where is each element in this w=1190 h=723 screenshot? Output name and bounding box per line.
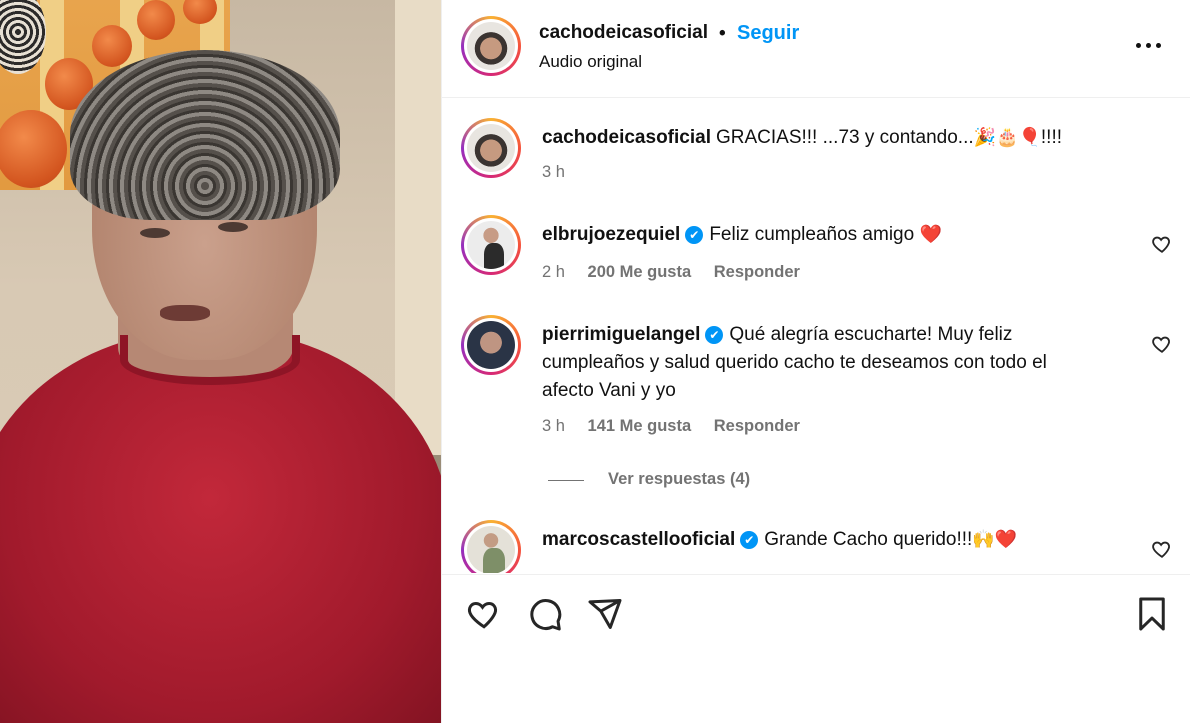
more-options-icon[interactable] (1134, 33, 1164, 57)
comment-time[interactable]: 2 h (542, 263, 565, 281)
follow-button[interactable]: Seguir (737, 22, 799, 45)
save-bookmark-icon[interactable] (1134, 596, 1170, 632)
verified-badge-icon: ✔ (705, 326, 724, 344)
person-mouth (160, 305, 210, 321)
reply-button[interactable]: Responder (714, 263, 800, 281)
comment-avatar[interactable] (461, 315, 521, 375)
comment-likes[interactable]: 141 Me gusta (588, 417, 692, 435)
view-replies-label[interactable]: Ver respuestas (4) (608, 470, 750, 489)
like-comment-heart-icon[interactable] (1151, 233, 1173, 255)
comment-body: Grande Cacho querido!!! (764, 529, 973, 550)
caption-emoji: 🎉🎂🎈 (973, 127, 1041, 148)
caption-time[interactable]: 3 h (542, 163, 565, 181)
comment-username[interactable]: marcoscastellooficial (542, 529, 735, 550)
audio-original-link[interactable]: Audio original (539, 52, 642, 72)
comment-text: marcoscastellooficial ✔ Grande Cacho queri… (542, 526, 1102, 554)
caption-username[interactable]: cachodeicasoficial (542, 127, 711, 148)
like-comment-heart-icon[interactable] (1151, 333, 1173, 355)
post-side-panel: cachodeicasoficial • Seguir Audio origin… (441, 0, 1190, 723)
caption-body: GRACIAS!!! ...73 y contando... (715, 127, 974, 148)
reply-button[interactable]: Responder (714, 417, 800, 435)
caption-meta: 3 h (542, 163, 583, 182)
comment-avatar[interactable] (461, 215, 521, 275)
comment-bubble-icon[interactable] (527, 596, 563, 632)
post-media-video[interactable] (0, 0, 441, 723)
replies-divider (548, 480, 584, 481)
comment-time[interactable]: 3 h (542, 417, 565, 435)
author-username[interactable]: cachodeicasoficial (539, 22, 708, 44)
separator-dot: • (719, 23, 726, 44)
author-avatar[interactable] (461, 16, 521, 76)
person-eye-right (218, 222, 248, 232)
caption-text: cachodeicasoficial GRACIAS!!! ...73 y con… (542, 124, 1102, 152)
share-paper-plane-icon[interactable] (587, 596, 623, 632)
comment-meta: 3 h 141 Me gusta Responder (542, 417, 818, 436)
comment-meta: 2 h 200 Me gusta Responder (542, 263, 818, 282)
verified-badge-icon: ✔ (685, 226, 704, 244)
comment-avatar[interactable] (461, 520, 521, 573)
comment-text: elbrujoezequiel ✔ Feliz cumpleaños amigo ❤… (542, 221, 1102, 249)
post-header: cachodeicasoficial • Seguir Audio origin… (442, 0, 1190, 98)
person-eye-left (140, 228, 170, 238)
caption-avatar[interactable] (461, 118, 521, 178)
decor-orange-disc (92, 25, 132, 67)
comment-username[interactable]: pierrimiguelangel (542, 324, 700, 345)
like-comment-heart-icon[interactable] (1151, 538, 1173, 560)
comment-text: pierrimiguelangel ✔ Qué alegría escucharte… (542, 321, 1102, 405)
comment-emoji: ❤️ (919, 224, 942, 245)
comment-likes[interactable]: 200 Me gusta (588, 263, 692, 281)
comments-list[interactable]: cachodeicasoficial GRACIAS!!! ...73 y con… (442, 99, 1190, 573)
comment-username[interactable]: elbrujoezequiel (542, 224, 680, 245)
verified-badge-icon: ✔ (740, 531, 759, 549)
post-action-bar (442, 574, 1190, 654)
like-heart-icon[interactable] (466, 596, 502, 632)
caption-suffix: !!!! (1040, 127, 1063, 148)
decor-orange-disc (137, 0, 175, 40)
comment-emoji: 🙌❤️ (972, 529, 1018, 550)
person-red-shirt (0, 330, 441, 723)
person-hair (70, 50, 340, 220)
comment-body: Feliz cumpleaños amigo (709, 224, 915, 245)
